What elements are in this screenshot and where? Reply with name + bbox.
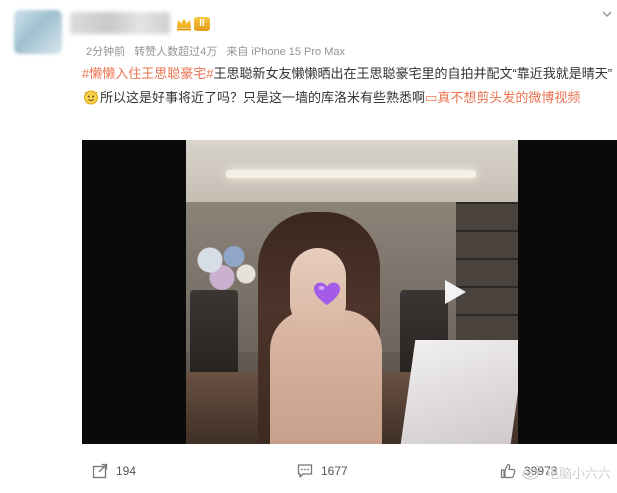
post-text-continued: 所以这是好事将近了吗？只是这一墙的库洛米有些熟悉啊	[100, 90, 426, 105]
post-time[interactable]: 2分钟前	[86, 46, 125, 58]
post-meta: 2分钟前 转赞人数超过4万 来自 iPhone 15 Pro Max	[86, 43, 345, 59]
purple-heart-icon	[314, 282, 340, 305]
chair-left	[190, 290, 238, 380]
level-badge: II	[194, 17, 210, 31]
repost-button[interactable]: 194	[92, 461, 136, 481]
play-icon[interactable]	[439, 277, 469, 307]
video-frame	[186, 140, 518, 444]
video-source-link[interactable]: ▭真不想剪头发的微博视频	[425, 90, 580, 105]
video-link-icon: ▭	[425, 90, 438, 105]
vip-badge[interactable]: II	[176, 16, 212, 32]
username-blurred[interactable]	[70, 12, 170, 34]
sun-face-emoji-icon	[84, 90, 98, 105]
comment-button[interactable]: 1677	[297, 461, 348, 481]
thumbs-up-icon	[500, 463, 516, 479]
video-link-label: 真不想剪头发的微博视频	[437, 90, 581, 105]
share-icon	[92, 463, 108, 479]
person-body	[270, 310, 382, 444]
post-text: 王思聪新女友懒懒晒出在王思聪豪宅里的自拍并配文“靠近我就是晴天”	[213, 66, 613, 81]
watermark-text: 电脑小六六	[546, 465, 612, 481]
repost-count: 194	[116, 464, 137, 478]
weibo-logo-icon	[522, 465, 542, 480]
watermark: 电脑小六六	[522, 462, 611, 482]
weibo-post: II 2分钟前 转赞人数超过4万 来自 iPhone 15 Pro Max #懒…	[0, 0, 617, 493]
comment-icon	[297, 464, 313, 478]
topic-link[interactable]: #懒懒入住王思聪豪宅#	[82, 66, 213, 81]
video-player[interactable]	[82, 140, 617, 444]
chevron-down-icon[interactable]	[601, 8, 613, 20]
repost-stat: 转赞人数超过4万	[134, 46, 218, 58]
post-source: 来自 iPhone 15 Pro Max	[226, 46, 345, 58]
avatar[interactable]	[14, 10, 62, 54]
post-content: #懒懒入住王思聪豪宅#王思聪新女友懒懒晒出在王思聪豪宅里的自拍并配文“靠近我就是…	[82, 62, 617, 110]
ceiling-light	[226, 170, 476, 178]
comment-count: 1677	[321, 464, 348, 478]
crown-icon	[177, 18, 191, 31]
gift-bag	[400, 340, 518, 444]
